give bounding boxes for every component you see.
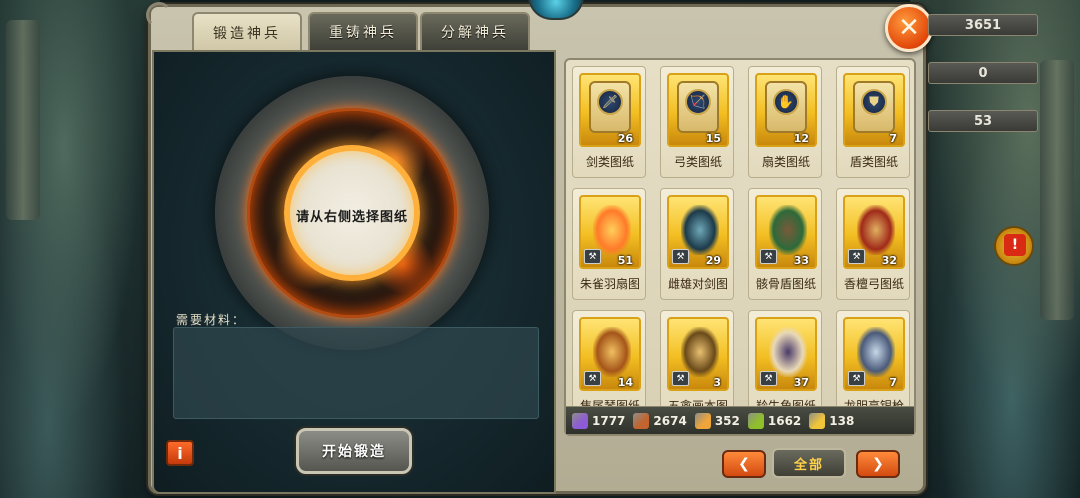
tab-dismantle-weapon[interactable]: 分解神兵 [420,12,530,50]
stat-value: 0 [928,62,1038,84]
blueprint-count: 29 [705,254,721,267]
painting-scroll-icon: ⚒ 3 [667,317,729,391]
resource-item: 138 [809,412,855,429]
stone-pillar [6,20,40,220]
tab-recast-weapon[interactable]: 重铸神兵 [308,12,418,50]
info-icon: i [177,443,183,463]
blueprint-card[interactable]: ⚒ 32 香檀弓图纸 [836,188,910,300]
blueprint-count: 51 [617,254,633,267]
sword-scroll-icon: 🗡 26 [579,73,641,147]
stat-value: 3651 [928,14,1038,36]
resource-item: 352 [694,412,740,429]
blueprint-count: 12 [793,132,809,145]
blueprint-count: 32 [881,254,897,267]
scroll-emblem: 🗡 [597,89,623,115]
sandalwood-bow-icon: ⚒ 32 [843,195,905,269]
resource-value: 138 [829,413,855,428]
blueprint-name: 朱雀羽扇图 [579,277,640,291]
blueprint-card[interactable]: ⚒ 29 雌雄对剑图 [660,188,734,300]
blueprint-card[interactable]: ⚒ 33 骸骨盾图纸 [748,188,822,300]
phoenix-fan-icon: ⚒ 51 [579,195,641,269]
resource-value: 1777 [592,413,626,428]
hammer-icon: ⚒ [672,371,689,386]
blueprint-count: 14 [617,376,633,389]
bow-scroll-icon: 🏹 15 [667,73,729,147]
blueprint-name: 骸骨盾图纸 [755,277,816,291]
weapon-art [769,205,807,255]
stat-value: 53 [928,110,1038,132]
silver-spear-icon: ⚒ 7 [843,317,905,391]
info-button[interactable]: i [166,440,194,466]
close-icon: ✕ [898,13,920,43]
blueprint-name: 扇类图纸 [761,155,810,169]
copper-ingot-icon [633,412,650,429]
hammer-icon: ⚒ [584,249,601,264]
shield-scroll-icon: ⛊ 7 [843,73,905,147]
hammer-icon: ⚒ [760,371,777,386]
blueprint-card[interactable]: ⛊ 7 盾类图纸 [836,66,910,178]
materials-label: 需要材料： [176,313,247,327]
resource-bar: 1777 2674 352 1662 138 [566,406,914,434]
resource-value: 1662 [767,413,802,428]
blueprint-count: 7 [889,376,897,389]
gold-feather-icon [809,412,826,429]
materials-list [173,327,539,419]
feather-icon [694,412,711,429]
resource-value: 352 [714,413,740,428]
purple-crystal-icon [572,412,588,429]
blueprint-count: 37 [793,376,809,389]
start-forge-button[interactable]: 开始锻造 [296,428,412,474]
blueprint-name: 雌雄对剑图 [667,277,728,291]
fan-scroll-icon: ✋ 12 [755,73,817,147]
blueprint-count: 33 [793,254,809,267]
alert-icon[interactable]: ! [994,226,1034,266]
horn-icon: ⚒ 37 [755,317,817,391]
hammer-icon: ⚒ [672,249,689,264]
weapon-art [593,205,631,255]
resource-item: 2674 [633,412,687,429]
frame-ornament [146,2,172,28]
blueprint-card[interactable]: ✋ 12 扇类图纸 [748,66,822,178]
weapon-art [681,205,719,255]
scroll-emblem: 🏹 [685,89,711,115]
blueprint-card[interactable]: ⚒ 51 朱雀羽扇图 [572,188,646,300]
hammer-icon: ⚒ [848,371,865,386]
resource-item: 1662 [747,412,802,429]
blueprint-count: 7 [889,132,897,145]
blueprint-name: 弓类图纸 [673,155,722,169]
weapon-art [769,327,807,377]
weapon-art [593,327,631,377]
close-button[interactable]: ✕ [885,4,933,52]
resource-item: 1777 [572,412,626,429]
blueprint-name: 香檀弓图纸 [843,277,904,291]
blueprint-card[interactable]: 🏹 15 弓类图纸 [660,66,734,178]
scroll-emblem: ⛊ [861,89,887,115]
hammer-icon: ⚒ [584,371,601,386]
stone-pillar [1040,60,1074,320]
zither-icon: ⚒ 14 [579,317,641,391]
tab-forge-weapon[interactable]: 锻造神兵 [192,12,302,52]
page-prev-button[interactable]: ❮ [722,450,766,478]
weapon-art [857,205,895,255]
page-next-button[interactable]: ❯ [856,450,900,478]
forge-prompt-text: 请从右侧选择图纸 [295,210,408,225]
weapon-art [681,327,719,377]
twin-swords-icon: ⚒ 29 [667,195,729,269]
blueprint-card[interactable]: 🗡 26 剑类图纸 [572,66,646,178]
scroll-emblem: ✋ [773,89,799,115]
alert-badge: ! [1004,234,1026,256]
filter-all-button[interactable]: 全部 [772,448,846,478]
blueprint-count: 26 [617,132,633,145]
blueprint-count: 15 [705,132,721,145]
hammer-icon: ⚒ [848,249,865,264]
resource-value: 2674 [653,413,687,428]
blueprint-name: 剑类图纸 [585,155,634,169]
blueprint-count: 3 [713,376,721,389]
skull-shield-icon: ⚒ 33 [755,195,817,269]
green-leaf-icon [747,412,764,429]
weapon-art [857,327,895,377]
hammer-icon: ⚒ [760,249,777,264]
blueprint-name: 盾类图纸 [849,155,898,169]
